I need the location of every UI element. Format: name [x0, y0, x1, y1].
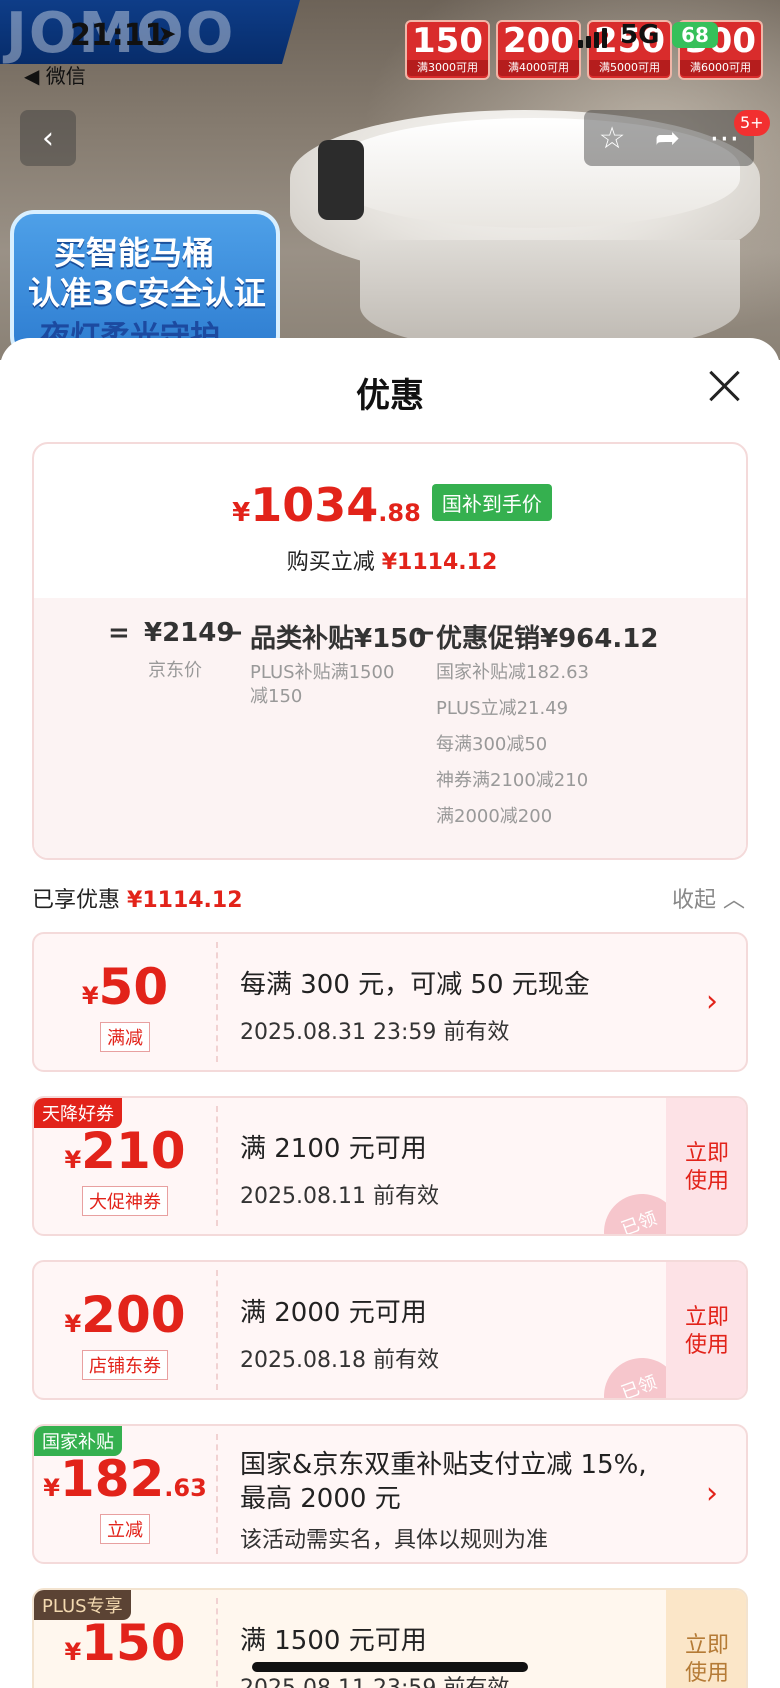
share-icon[interactable]: ➦ [655, 121, 680, 156]
coupon-type: 店铺东券 [82, 1350, 168, 1380]
coupon-ribbon: 国家补贴 [34, 1426, 122, 1456]
coupon-amount: ¥210 [64, 1122, 186, 1180]
chevron-up-icon: ︿ [723, 888, 746, 913]
minus-sign: − [414, 618, 436, 648]
coupon-desc: 满 2100 元可用 [240, 1134, 427, 1164]
coupon-desc-line2: 最高 2000 元 [240, 1484, 401, 1514]
coupon-card[interactable]: ¥150 PLUS专享 满 1500 元可用 2025.08.11 23:59 … [32, 1588, 748, 1688]
category-subsidy: 品类补贴¥150 [250, 624, 427, 654]
promo-note: 国家补贴减182.63 [436, 662, 589, 683]
category-note: 减150 [250, 686, 303, 707]
banner-line2: 认准3C安全认证 [28, 274, 266, 312]
use-now-button[interactable]: 立即 使用 [666, 1098, 746, 1234]
top-actions: ☆ ➦ ⋯ [584, 110, 754, 166]
star-icon[interactable]: ☆ [599, 121, 626, 156]
final-price: ¥1034.88 国补到手价 [34, 478, 746, 532]
coupon-ribbon: PLUS专享 [34, 1590, 131, 1620]
price-breakdown-card: ¥1034.88 国补到手价 购买立减 ¥1114.12 = ¥2149 − 品… [32, 442, 748, 860]
minus-sign: − [222, 618, 244, 648]
promo-note: PLUS立减21.49 [436, 698, 569, 719]
price-tag: 国补到手价 [431, 484, 552, 521]
coupon-card[interactable]: ¥182.63 立减 国家补贴 国家&京东双重补贴支付立减 15%, 最高 20… [32, 1424, 748, 1564]
coupon-amount: ¥200 [64, 1286, 186, 1344]
discount-sheet: 优惠 ¥1034.88 国补到手价 购买立减 ¥1114.12 = ¥2149 … [0, 338, 780, 1688]
coupon-card[interactable]: ¥50 满减 每满 300 元，可减 50 元现金 2025.08.31 23:… [32, 932, 748, 1072]
coupon-desc: 国家&京东双重补贴支付立减 15%, [240, 1450, 647, 1480]
signal-icon [578, 28, 607, 48]
status-bar: 21:11 ➤ 5G 68 [0, 14, 780, 54]
coupon-card[interactable]: ¥200 店铺东券 满 2000 元可用 2025.08.18 前有效 已领 立… [32, 1260, 748, 1400]
collapse-button[interactable]: 收起 ︿ [672, 882, 745, 914]
promo-note: 每满300减50 [436, 734, 548, 755]
chevron-right-icon[interactable]: › [706, 1476, 718, 1511]
coupon-desc: 每满 300 元，可减 50 元现金 [240, 970, 590, 1000]
category-note: PLUS补贴满1500 [250, 662, 395, 683]
promo-note: 满2000减200 [436, 806, 553, 827]
coupon-validity: 2025.08.11 23:59 前有效 [240, 1670, 509, 1688]
coupon-validity: 2025.08.11 前有效 [240, 1184, 439, 1209]
use-now-button[interactable]: 立即 使用 [666, 1590, 746, 1688]
promo-discount: 优惠促销¥964.12 [436, 624, 659, 654]
sheet-title: 优惠 [356, 376, 424, 416]
coupon-note: 该活动需实名，具体以规则为准 [240, 1528, 549, 1553]
back-button[interactable]: ‹ [20, 110, 76, 166]
battery-icon: 68 [672, 22, 718, 48]
location-arrow-icon: ➤ [158, 22, 177, 47]
use-now-button[interactable]: 立即 使用 [666, 1262, 746, 1398]
coupon-desc: 满 1500 元可用 [240, 1626, 427, 1656]
close-icon[interactable] [706, 368, 742, 404]
price-formula: = ¥2149 − 品类补贴¥150 − 优惠促销¥964.12 京东价 PLU… [34, 598, 746, 858]
equals-sign: = [108, 618, 130, 648]
base-price-label: 京东价 [148, 660, 202, 681]
message-badge: 5+ [734, 110, 770, 136]
coupon-ribbon: 天降好券 [34, 1098, 122, 1128]
coupon-type: 立减 [100, 1514, 150, 1544]
home-indicator[interactable] [252, 1662, 528, 1672]
coupon-validity: 2025.08.18 前有效 [240, 1348, 439, 1373]
coupon-desc: 满 2000 元可用 [240, 1298, 427, 1328]
enjoyed-discount: 已享优惠 ¥1114.12 [32, 888, 243, 913]
network-type: 5G [620, 20, 660, 50]
status-time: 21:11 [70, 18, 166, 53]
coupon-amount: ¥50 [81, 958, 169, 1016]
coupon-validity: 2025.08.31 23:59 前有效 [240, 1020, 510, 1045]
back-to-app-link[interactable]: ◀ 微信 [24, 60, 86, 89]
promo-note: 神券满2100减210 [436, 770, 589, 791]
base-price: ¥2149 [144, 618, 235, 648]
coupon-type: 大促神券 [82, 1186, 168, 1216]
coupon-card[interactable]: ¥210 大促神券 天降好券 满 2100 元可用 2025.08.11 前有效… [32, 1096, 748, 1236]
coupon-amount: ¥182.63 [43, 1450, 207, 1508]
discount-summary: 购买立减 ¥1114.12 [286, 550, 498, 575]
coupon-amount: ¥150 [64, 1614, 186, 1672]
chevron-left-icon: ‹ [42, 120, 54, 156]
chevron-right-icon[interactable]: › [706, 984, 718, 1019]
coupon-type: 满减 [100, 1022, 150, 1052]
